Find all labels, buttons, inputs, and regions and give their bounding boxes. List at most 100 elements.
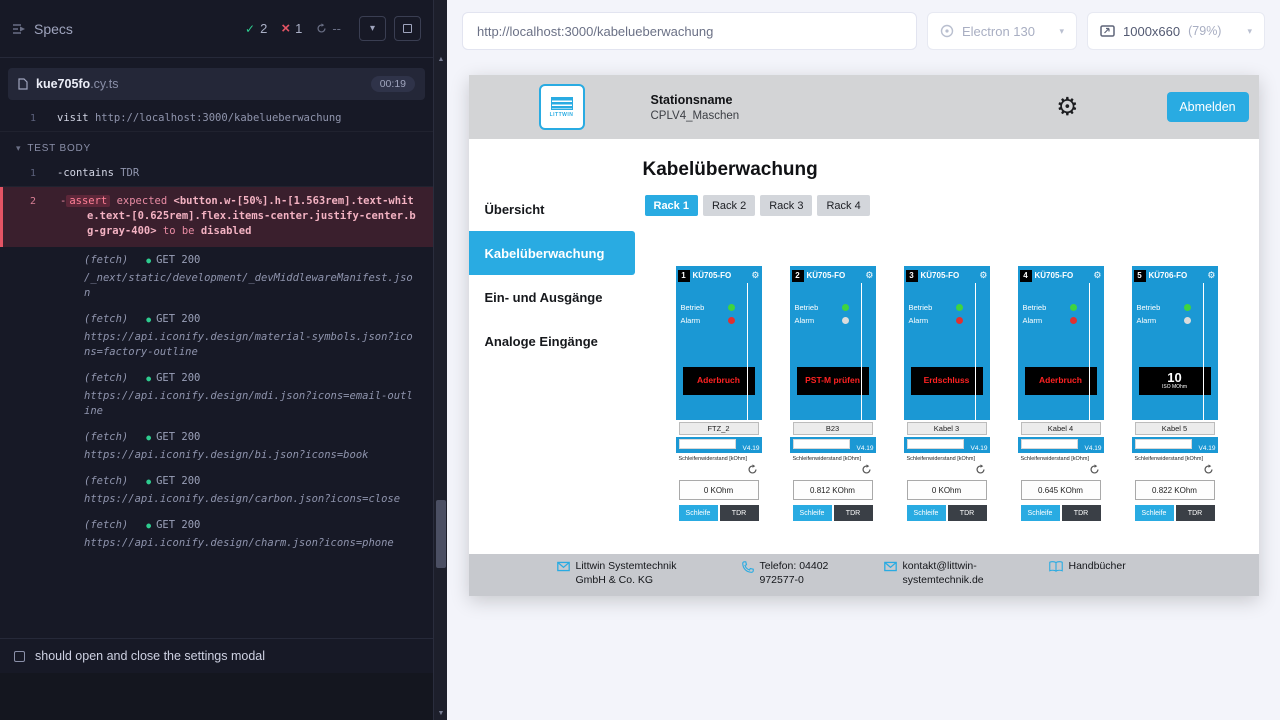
stat-failed: ×1 <box>281 21 302 36</box>
card-number: 1 <box>678 270 690 282</box>
card-gear-icon[interactable]: ⚙ <box>1207 271 1215 280</box>
tdr-button[interactable]: TDR <box>1176 505 1215 521</box>
viewport-size: 1000x660 <box>1123 24 1180 39</box>
status-dot-icon: ● <box>146 474 151 489</box>
app-sidebar: Übersicht Kabelüberwachung Ein- und Ausg… <box>469 139 635 554</box>
schleife-button[interactable]: Schleife <box>1135 505 1174 521</box>
device-card-2: 2 KÜ705-FO ⚙ Betrieb Alarm PST-M prüfen … <box>790 266 876 525</box>
spec-file-icon <box>18 78 28 90</box>
viewport-icon <box>1100 25 1115 37</box>
settings-gear-icon[interactable]: ⚙ <box>1056 95 1078 120</box>
card-gear-icon[interactable]: ⚙ <box>1093 271 1101 280</box>
collapse-button[interactable]: ▾ <box>359 16 386 41</box>
runner-scrollbar[interactable]: ▲ ▼ <box>433 0 447 720</box>
resistance-value: 0.822 KOhm <box>1135 480 1215 500</box>
cable-input <box>907 439 964 449</box>
specs-list-icon <box>12 23 26 35</box>
refresh-icon[interactable] <box>793 463 872 479</box>
betrieb-led <box>1070 304 1077 311</box>
station-value: CPLV4_Maschen <box>651 110 740 122</box>
card-title: KÜ705-FO <box>693 271 749 280</box>
tdr-button[interactable]: TDR <box>1062 505 1101 521</box>
specs-button[interactable]: Specs <box>12 21 73 37</box>
test-body-section[interactable]: ▾ TEST BODY <box>0 132 433 161</box>
page-title: Kabelüberwachung <box>643 159 1259 181</box>
schleife-button[interactable]: Schleife <box>679 505 718 521</box>
tab-rack-4[interactable]: Rack 4 <box>817 195 869 216</box>
next-test-title: should open and close the settings modal <box>35 649 265 663</box>
status-dot-icon: ● <box>146 312 151 327</box>
assert-badge: assert <box>66 195 110 207</box>
scrollbar-thumb[interactable] <box>436 500 446 568</box>
fetch-log-entry[interactable]: (fetch) ●GET 200 https://api.iconify.des… <box>0 424 433 468</box>
browser-selector[interactable]: Electron 130 ▾ <box>927 12 1077 50</box>
scroll-up-arrow[interactable]: ▲ <box>434 56 448 63</box>
fetch-log-entry[interactable]: (fetch) ●GET 200 https://api.iconify.des… <box>0 512 433 556</box>
sidebar-item-ein-und-ausgaenge[interactable]: Ein- und Ausgänge <box>469 275 635 319</box>
command-visit[interactable]: 1 visit http://localhost:3000/kabelueber… <box>0 106 433 132</box>
card-gear-icon[interactable]: ⚙ <box>751 271 759 280</box>
refresh-icon[interactable] <box>679 463 758 479</box>
command-assert-failed[interactable]: 2-assert expected <button.w-[50%].h-[1.5… <box>0 187 433 247</box>
sidebar-item-uebersicht[interactable]: Übersicht <box>469 187 635 231</box>
schleife-button[interactable]: Schleife <box>793 505 832 521</box>
device-card-3: 3 KÜ705-FO ⚙ Betrieb Alarm Erdschluss Ka… <box>904 266 990 525</box>
resistance-value: 0 KOhm <box>907 480 987 500</box>
aut-stage: LITTWIN Stationsname CPLV4_Maschen ⚙ Abm… <box>447 62 1280 720</box>
status-dot-icon: ● <box>146 518 151 533</box>
footer-manuals-link[interactable]: Handbücher <box>1049 560 1126 574</box>
firmware-version: V4.19 <box>743 445 760 452</box>
email-icon <box>884 561 897 572</box>
status-dot-icon: ● <box>146 253 151 268</box>
test-box-icon <box>14 651 25 662</box>
chevron-down-icon: ▾ <box>1247 26 1252 37</box>
logo-mark-icon <box>551 97 573 110</box>
runner-header: Specs ✓2 ×1 -- ▾ <box>0 0 433 58</box>
fetch-log-entry[interactable]: (fetch) ●GET 200 https://api.iconify.des… <box>0 306 433 365</box>
next-test-item[interactable]: should open and close the settings modal <box>0 638 433 673</box>
resistance-value: 0.812 KOhm <box>793 480 873 500</box>
status-display: Aderbruch <box>683 367 755 395</box>
sidebar-item-kabelueberwachung[interactable]: Kabelüberwachung <box>469 231 635 275</box>
command-contains[interactable]: 1 -contains TDR <box>0 161 433 187</box>
tab-rack-2[interactable]: Rack 2 <box>703 195 755 216</box>
test-stats: ✓2 ×1 -- <box>245 21 341 36</box>
alarm-led <box>1184 317 1191 324</box>
card-gear-icon[interactable]: ⚙ <box>865 271 873 280</box>
viewport-selector[interactable]: 1000x660 (79%) ▾ <box>1087 12 1265 50</box>
app-header: LITTWIN Stationsname CPLV4_Maschen ⚙ Abm… <box>469 75 1259 139</box>
tdr-button[interactable]: TDR <box>948 505 987 521</box>
fetch-log-entry[interactable]: (fetch) ●GET 200 https://api.iconify.des… <box>0 365 433 424</box>
tab-rack-3[interactable]: Rack 3 <box>760 195 812 216</box>
url-input[interactable] <box>462 12 917 50</box>
firmware-version: V4.19 <box>857 445 874 452</box>
fetch-log-entry[interactable]: (fetch) ●GET 200 https://api.iconify.des… <box>0 468 433 512</box>
card-number: 4 <box>1020 270 1032 282</box>
cable-label: B23 <box>793 422 873 435</box>
refresh-icon[interactable] <box>1135 463 1214 479</box>
schleife-button[interactable]: Schleife <box>1021 505 1060 521</box>
device-card-1: 1 KÜ705-FO ⚙ Betrieb Alarm Aderbruch FTZ… <box>676 266 762 525</box>
device-cards: 1 KÜ705-FO ⚙ Betrieb Alarm Aderbruch FTZ… <box>635 266 1259 525</box>
tab-rack-1[interactable]: Rack 1 <box>645 195 698 216</box>
sidebar-item-analoge-eingaenge[interactable]: Analoge Eingänge <box>469 319 635 363</box>
schleife-button[interactable]: Schleife <box>907 505 946 521</box>
email-icon <box>557 561 570 572</box>
logout-button[interactable]: Abmelden <box>1167 92 1249 122</box>
refresh-icon[interactable] <box>907 463 986 479</box>
fetch-log-entry[interactable]: (fetch) ●GET 200 /_next/static/developme… <box>0 247 433 306</box>
alarm-indicator: Alarm <box>681 314 735 327</box>
card-gear-icon[interactable]: ⚙ <box>979 271 987 280</box>
scroll-down-arrow[interactable]: ▼ <box>434 710 448 717</box>
stop-button[interactable] <box>394 16 421 41</box>
card-divider <box>861 283 862 420</box>
card-divider <box>747 283 748 420</box>
spec-file-bar[interactable]: kue705fo.cy.ts 00:19 <box>8 68 425 100</box>
tdr-button[interactable]: TDR <box>834 505 873 521</box>
tdr-button[interactable]: TDR <box>720 505 759 521</box>
electron-icon <box>940 24 954 38</box>
alarm-indicator: Alarm <box>1023 314 1077 327</box>
refresh-icon[interactable] <box>1021 463 1100 479</box>
firmware-version: V4.19 <box>1085 445 1102 452</box>
app-viewport: LITTWIN Stationsname CPLV4_Maschen ⚙ Abm… <box>469 75 1259 596</box>
